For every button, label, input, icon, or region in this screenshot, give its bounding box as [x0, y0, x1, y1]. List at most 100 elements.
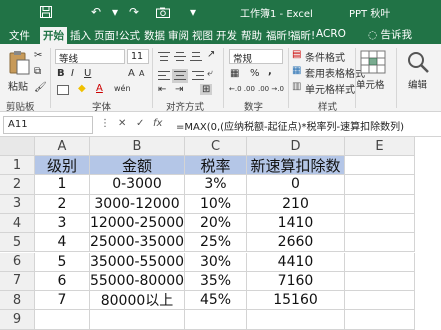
underline-button[interactable]: U — [84, 68, 91, 79]
cell-a3[interactable]: 2 — [35, 194, 90, 214]
cell-d2[interactable]: 0 — [247, 175, 345, 195]
row-header-1[interactable]: 1 — [0, 156, 35, 176]
account-name[interactable]: PPT 秋叶 — [349, 5, 390, 20]
cell-c4[interactable]: 20% — [185, 213, 247, 234]
cells-icon[interactable] — [360, 50, 386, 74]
tab-formulas[interactable]: 公式 — [119, 27, 140, 44]
cell-b4[interactable]: 12000-25000 — [90, 213, 185, 234]
cell-e6[interactable] — [345, 252, 415, 272]
cell-e9[interactable] — [345, 310, 415, 330]
column-header-c[interactable]: C — [185, 137, 247, 156]
font-color-button[interactable]: A — [96, 83, 103, 94]
formula-input[interactable]: =MAX(0,(应纳税额-起征点)*税率列-速算扣除数列) — [176, 118, 404, 133]
paste-button[interactable]: 粘贴 — [8, 78, 28, 93]
decrease-indent-icon[interactable]: ⇤ — [158, 84, 166, 95]
cell-e7[interactable] — [345, 271, 415, 292]
align-right-icon[interactable] — [192, 71, 204, 81]
tab-home[interactable]: 开始 — [40, 27, 67, 44]
cell-c6[interactable]: 30% — [185, 252, 247, 272]
increase-decimal-button[interactable]: ←.0 .00 — [229, 85, 255, 93]
align-top-icon[interactable] — [158, 52, 170, 62]
cell-e3[interactable] — [345, 194, 415, 214]
cell-b9[interactable] — [90, 310, 185, 330]
camera-icon[interactable] — [155, 4, 171, 20]
row-header-3[interactable]: 3 — [0, 194, 35, 214]
row-header-6[interactable]: 6 — [0, 252, 35, 272]
tab-data[interactable]: 数据 — [144, 27, 165, 44]
cut-icon[interactable]: ✂ — [34, 50, 42, 61]
cell-d1[interactable]: 新速算扣除数 — [247, 156, 345, 176]
cell-d9[interactable] — [247, 310, 345, 330]
cell-a2[interactable]: 1 — [35, 175, 90, 195]
tab-insert[interactable]: 插入 — [70, 27, 91, 44]
undo-dropdown-icon[interactable]: ▾ — [107, 4, 123, 20]
fx-icon[interactable]: fx — [153, 118, 162, 129]
align-left-icon[interactable] — [158, 71, 170, 81]
fill-color-icon[interactable]: ◆ — [78, 83, 86, 94]
tab-foxit-1[interactable]: 福昕! — [266, 27, 291, 44]
cell-c1[interactable]: 税率 — [185, 156, 247, 176]
cell-b7[interactable]: 55000-80000 — [90, 271, 185, 292]
name-box[interactable]: A11 — [3, 116, 93, 134]
cell-a6[interactable]: 5 — [35, 252, 90, 272]
italic-button[interactable]: I — [71, 68, 74, 79]
cell-a8[interactable]: 7 — [35, 291, 90, 311]
tab-view[interactable]: 视图 — [192, 27, 213, 44]
cell-e2[interactable] — [345, 175, 415, 195]
redo-icon[interactable]: ↷ — [126, 4, 142, 20]
tab-page-layout[interactable]: 页面! — [94, 27, 119, 44]
format-painter-icon[interactable]: 🖌 — [34, 82, 47, 93]
cell-a5[interactable]: 4 — [35, 233, 90, 253]
cell-d3[interactable]: 210 — [247, 194, 345, 214]
number-format-select[interactable]: 常规 — [229, 49, 283, 64]
cell-d8[interactable]: 15160 — [247, 291, 345, 311]
column-header-a[interactable]: A — [35, 137, 90, 156]
column-header-b[interactable]: B — [90, 137, 185, 156]
cell-a1[interactable]: 级别 — [35, 156, 90, 176]
row-header-9[interactable]: 9 — [0, 310, 35, 330]
cell-e5[interactable] — [345, 233, 415, 253]
cell-b5[interactable]: 25000-35000 — [90, 233, 185, 253]
border-icon[interactable] — [57, 85, 69, 95]
customize-icon[interactable]: ▾ — [185, 4, 201, 20]
phonetic-button[interactable]: wén — [114, 84, 131, 93]
tab-file[interactable]: 文件 — [9, 27, 30, 44]
cell-e1[interactable] — [345, 156, 415, 176]
cell-d7[interactable]: 7160 — [247, 271, 345, 292]
tab-help[interactable]: 帮助 — [241, 27, 262, 44]
merge-center-icon[interactable]: ⊞ — [200, 84, 213, 95]
cell-c8[interactable]: 45% — [185, 291, 247, 311]
cell-c9[interactable] — [185, 310, 247, 330]
align-center-icon[interactable] — [172, 69, 188, 83]
tell-me-box[interactable]: ◌ 告诉我 — [368, 27, 412, 42]
cell-c2[interactable]: 3% — [185, 175, 247, 195]
orientation-icon[interactable]: ↗ — [207, 49, 215, 60]
paste-icon[interactable] — [8, 50, 30, 76]
undo-icon[interactable]: ↶ — [88, 4, 104, 20]
cell-d6[interactable]: 4410 — [247, 252, 345, 272]
row-header-4[interactable]: 4 — [0, 213, 35, 234]
cell-b8[interactable]: 80000以上 — [90, 291, 185, 311]
cell-c3[interactable]: 10% — [185, 194, 247, 214]
font-name-select[interactable]: 等线 — [55, 49, 125, 64]
grow-font-button[interactable]: A — [128, 68, 135, 79]
copy-icon[interactable]: ⧉ — [34, 66, 41, 77]
align-bottom-icon[interactable] — [190, 52, 202, 62]
cell-c5[interactable]: 25% — [185, 233, 247, 253]
cell-a9[interactable] — [35, 310, 90, 330]
cell-b6[interactable]: 35000-55000 — [90, 252, 185, 272]
row-header-7[interactable]: 7 — [0, 271, 35, 292]
shrink-font-button[interactable]: A — [139, 69, 144, 78]
select-all-corner[interactable] — [0, 137, 35, 156]
tab-acrobat[interactable]: ACRO — [316, 27, 346, 44]
column-header-e[interactable]: E — [345, 137, 415, 156]
cell-b2[interactable]: 0-3000 — [90, 175, 185, 195]
increase-indent-icon[interactable]: ⇥ — [175, 84, 183, 95]
percent-button[interactable]: % — [250, 68, 260, 79]
tab-foxit-2[interactable]: 福昕! — [290, 27, 315, 44]
row-header-8[interactable]: 8 — [0, 291, 35, 311]
comma-button[interactable]: , — [268, 66, 272, 77]
tab-review[interactable]: 审阅 — [168, 27, 189, 44]
cells-button[interactable]: 单元格 — [356, 77, 385, 91]
save-icon[interactable] — [38, 4, 54, 20]
